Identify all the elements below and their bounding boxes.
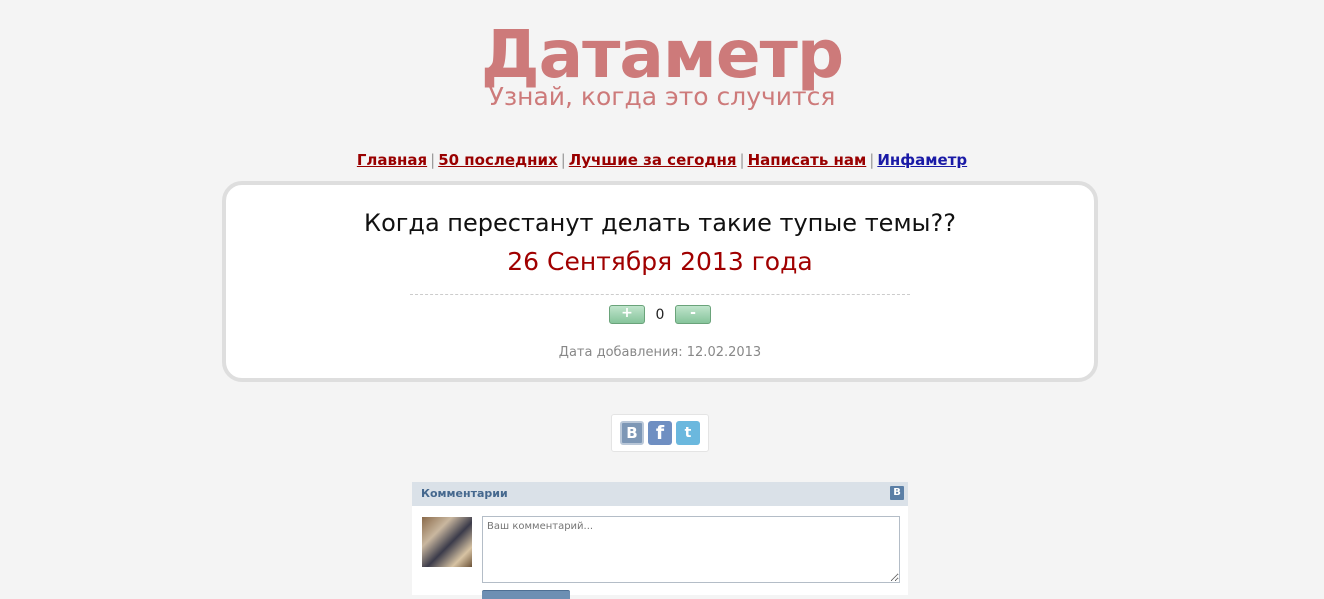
predicted-date: 26 Сентября 2013 года [507, 247, 813, 276]
nav-latest-link[interactable]: 50 последних [438, 151, 557, 169]
vk-icon[interactable]: В [890, 486, 904, 500]
logo-tagline: Узнай, когда это случится [488, 82, 836, 111]
comments-header: Комментарии В [412, 482, 908, 506]
main-nav: Главная | 50 последних | Лучшие за сегодня | Н… [0, 151, 1324, 169]
nav-separator: | [739, 151, 745, 169]
vote-down-button[interactable]: - [675, 305, 711, 324]
nav-home-link[interactable]: Главная [357, 151, 427, 169]
date-added: Дата добавления: 12.02.2013 [558, 345, 762, 360]
nav-contact-link[interactable]: Написать нам [748, 151, 867, 169]
question-card: Когда перестанут делать такие тупые темы… [222, 181, 1098, 382]
facebook-icon[interactable]: f [648, 421, 672, 445]
divider [410, 294, 910, 295]
vk-icon[interactable]: В [620, 421, 644, 445]
question-text: Когда перестанут делать такие тупые темы… [364, 209, 956, 237]
nav-separator: | [869, 151, 875, 169]
share-buttons: В f t [611, 414, 709, 452]
comments-widget: Комментарии В [412, 482, 908, 599]
vote-controls: + 0 - [226, 305, 1094, 324]
nav-separator: | [430, 151, 436, 169]
vote-up-button[interactable]: + [609, 305, 645, 324]
comment-input[interactable] [482, 516, 900, 583]
nav-infameter-link[interactable]: Инфаметр [877, 151, 967, 169]
vote-count: 0 [655, 306, 665, 323]
site-logo[interactable]: Датаметр Узнай, когда это случится [0, 14, 1324, 110]
twitter-icon[interactable]: t [676, 421, 700, 445]
nav-best-today-link[interactable]: Лучшие за сегодня [569, 151, 737, 169]
nav-separator: | [560, 151, 566, 169]
comments-title: Комментарии [421, 487, 508, 500]
avatar[interactable] [422, 517, 472, 567]
